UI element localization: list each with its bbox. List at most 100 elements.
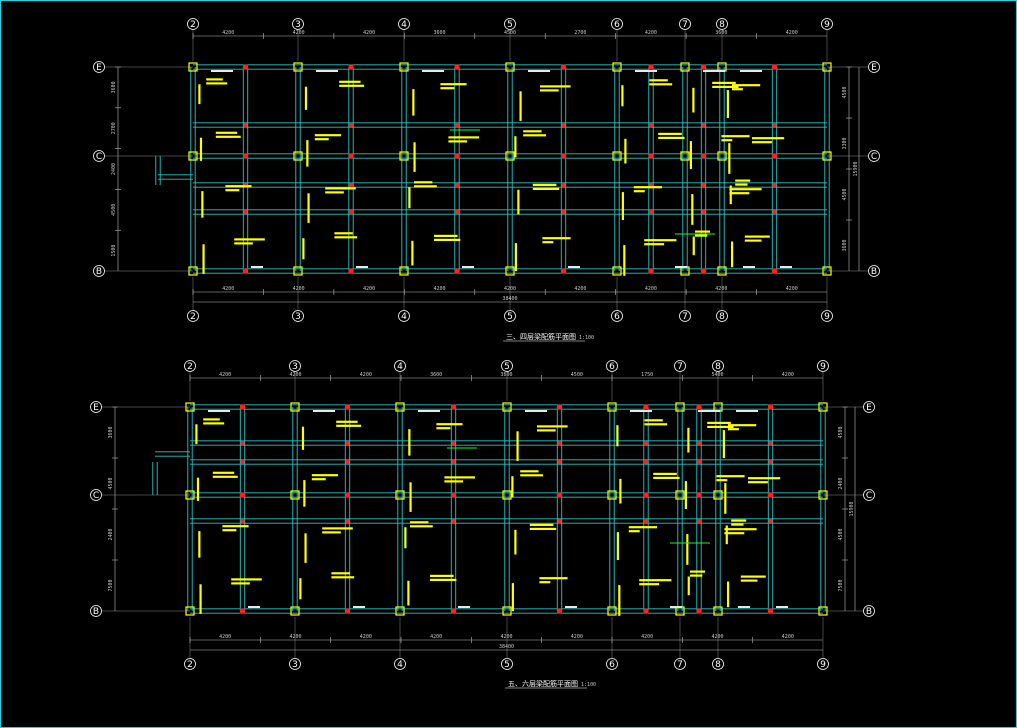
dimension-text: 4200: [574, 286, 586, 292]
reinforcement-note: [339, 84, 365, 87]
reinforcement-note: [748, 477, 781, 480]
secondary-column: [454, 153, 460, 159]
beam-label: [211, 70, 233, 72]
column-square: [395, 490, 405, 500]
reinforcement-note: [430, 578, 457, 581]
column-square: [717, 151, 727, 161]
column-square: [675, 606, 685, 616]
reinforcement-note: [732, 84, 761, 87]
axis-label-8: 8: [719, 312, 725, 322]
secondary-column: [561, 64, 566, 70]
reinforcement-note: [225, 185, 252, 188]
column-square: [607, 490, 617, 500]
reinforcement-note: [408, 429, 411, 456]
reinforcement-note: [653, 472, 677, 475]
column-square: [612, 266, 622, 276]
reinforcement-note: [542, 237, 571, 240]
secondary-column: [240, 608, 245, 614]
axis-label-6: 6: [609, 362, 615, 372]
reinforcement-note: [735, 183, 748, 186]
secondary-column: [557, 404, 562, 410]
reinforcement-note: [529, 523, 554, 526]
axis-label-5: 5: [507, 312, 513, 322]
reinforcement-note: [215, 135, 241, 138]
reinforcement-note: [712, 81, 736, 84]
column-square: [717, 266, 727, 276]
axis-label-7: 7: [682, 312, 688, 322]
secondary-column: [454, 268, 460, 274]
secondary-column: [349, 210, 353, 214]
reinforcement-note: [339, 80, 361, 83]
dimension-text: 4200: [222, 30, 234, 36]
dimension-text: 4200: [360, 372, 372, 378]
reinforcement-note: [724, 483, 727, 514]
reinforcement-note: [529, 527, 557, 530]
secondary-column: [240, 404, 245, 410]
axis-label-E: E: [866, 403, 872, 413]
reinforcement-note: [306, 140, 309, 167]
reinforcement-note: [440, 87, 455, 90]
secondary-column: [644, 519, 648, 523]
reinforcement-note: [434, 238, 461, 241]
axis-label-8: 8: [719, 20, 725, 30]
reinforcement-note: [621, 85, 624, 107]
dimension-text: 4500: [838, 426, 844, 438]
reinforcement-note: [735, 179, 751, 182]
secondary-column: [345, 460, 350, 464]
reinforcement-note: [523, 134, 546, 137]
column-square: [399, 266, 409, 276]
secondary-column: [768, 608, 773, 614]
column-square: [502, 606, 512, 616]
dimension-text: 4200: [363, 286, 375, 292]
secondary-column: [561, 183, 566, 187]
secondary-column: [557, 460, 562, 464]
column-square: [713, 490, 723, 500]
reinforcement-note: [299, 578, 302, 600]
reinforcement-note: [325, 187, 356, 190]
reinforcement-note: [511, 476, 514, 498]
dimension-text: 4500: [504, 30, 516, 36]
beam-label: [565, 606, 577, 608]
secondary-column: [349, 123, 353, 127]
dimension-text: 2400: [111, 163, 117, 175]
reinforcement-note: [331, 572, 350, 575]
dimension-text: 3600: [434, 30, 446, 36]
axis-label-3: 3: [292, 362, 298, 372]
secondary-column: [768, 441, 773, 445]
reinforcement-note: [726, 581, 730, 608]
reinforcement-note: [633, 190, 645, 193]
column-square: [713, 606, 723, 616]
reinforcement-note: [729, 188, 762, 191]
dimension-text: 4200: [222, 286, 234, 292]
reinforcement-note: [436, 427, 451, 430]
secondary-column: [451, 519, 456, 523]
reinforcement-note: [206, 78, 223, 81]
reinforcement-note: [331, 576, 355, 579]
beam-label: [743, 266, 755, 268]
reinforcement-note: [644, 419, 663, 422]
reinforcement-note: [206, 82, 228, 85]
reinforcement-note: [448, 140, 468, 143]
axis-label-2: 2: [187, 660, 193, 670]
secondary-column: [648, 268, 654, 274]
secondary-column: [345, 608, 350, 614]
reinforcement-note: [334, 236, 358, 239]
reinforcement-note: [686, 534, 689, 565]
reinforcement-note: [716, 475, 745, 478]
reinforcement-note: [336, 424, 362, 427]
axis-label-B: B: [96, 267, 102, 277]
secondary-column: [701, 153, 706, 159]
reinforcement-note: [687, 576, 690, 596]
reinforcement-note: [234, 242, 253, 245]
secondary-column: [561, 153, 566, 159]
plan-scale: 1:100: [579, 335, 594, 341]
axis-label-8: 8: [715, 362, 721, 372]
dimension-text: 3600: [500, 372, 512, 378]
reinforcement-note: [752, 137, 785, 140]
secondary-column: [643, 404, 649, 410]
beam-label: [418, 410, 440, 412]
axis-label-9: 9: [824, 20, 830, 30]
column-square: [395, 402, 405, 412]
axis-label-8: 8: [715, 660, 721, 670]
secondary-column: [772, 268, 777, 274]
